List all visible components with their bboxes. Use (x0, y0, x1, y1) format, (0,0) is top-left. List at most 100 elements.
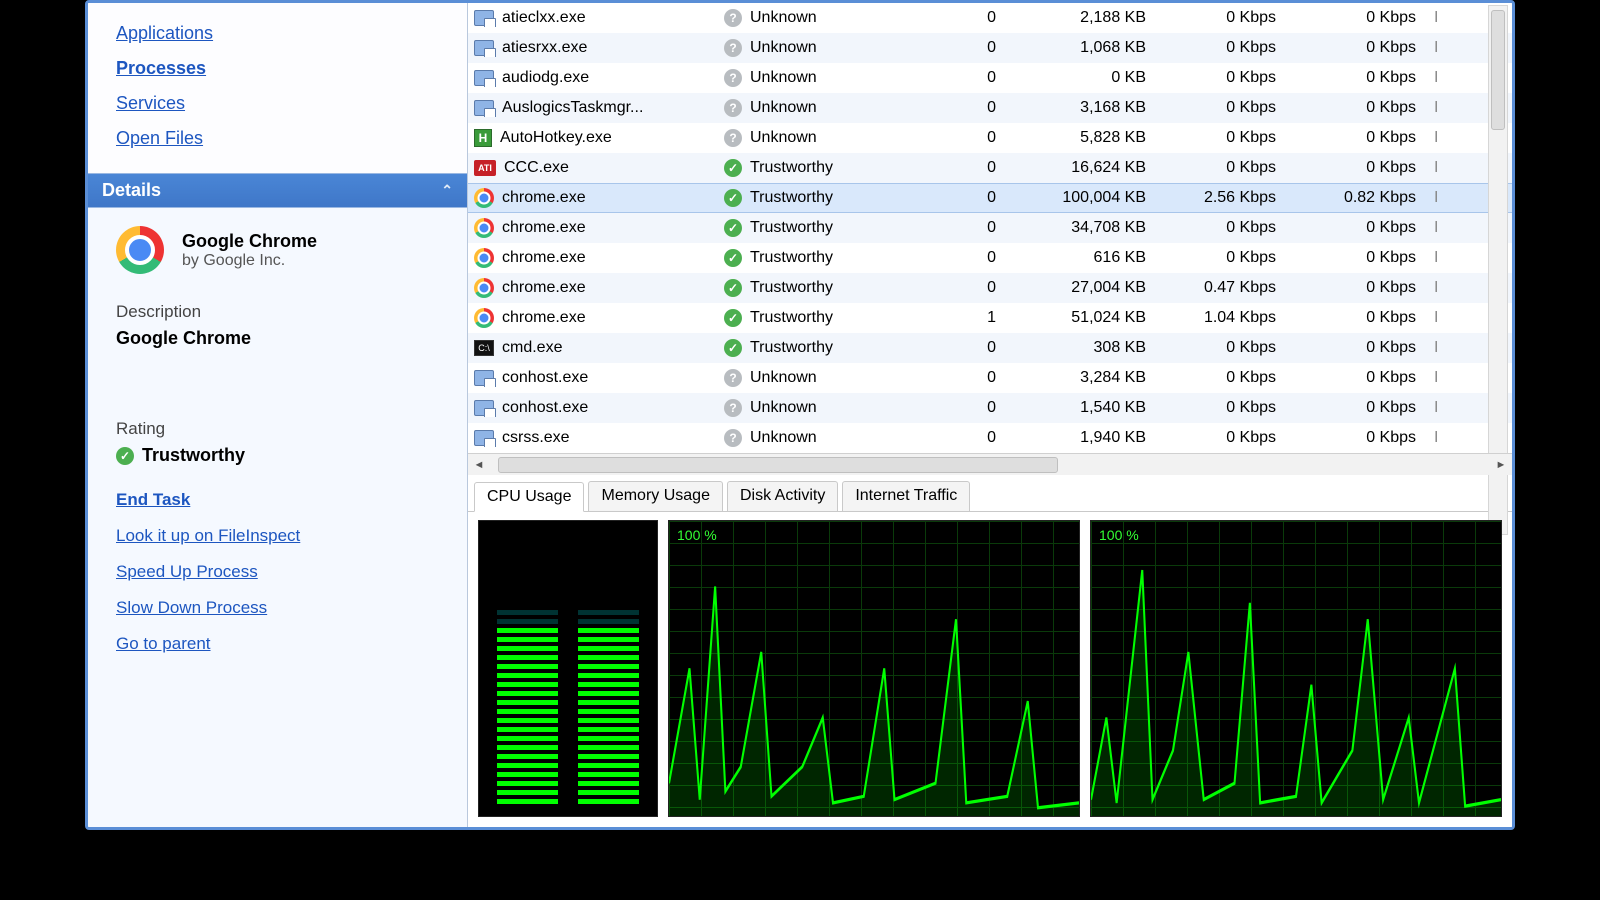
process-net-up: 0 Kbps (1294, 9, 1434, 27)
nav-services[interactable]: Services (116, 93, 439, 114)
process-rating: Unknown (750, 39, 817, 57)
process-row[interactable]: audiodg.exeUnknown00 KB0 Kbps0 KbpsI (468, 63, 1512, 93)
tab-disk-activity[interactable]: Disk Activity (727, 481, 838, 511)
nav-open-files[interactable]: Open Files (116, 128, 439, 149)
scroll-left-arrow-icon[interactable]: ◄ (468, 459, 490, 471)
process-name: chrome.exe (502, 279, 586, 297)
process-net-up: 0 Kbps (1294, 339, 1434, 357)
process-net-down: 0 Kbps (1164, 429, 1294, 447)
process-row[interactable]: chrome.exeTrustworthy151,024 KB1.04 Kbps… (468, 303, 1512, 333)
process-net-up: 0 Kbps (1294, 129, 1434, 147)
trustworthy-icon (724, 189, 742, 207)
nav-applications[interactable]: Applications (116, 23, 439, 44)
process-memory: 16,624 KB (1014, 159, 1164, 177)
process-cpu: 0 (924, 249, 1014, 267)
chrome-icon (474, 308, 494, 328)
process-file-icon (474, 400, 494, 416)
trustworthy-icon (724, 309, 742, 327)
scroll-right-arrow-icon[interactable]: ► (1490, 459, 1512, 471)
cpu-history-chart-2: 100 % (1090, 520, 1502, 817)
row-overflow-indicator: I (1434, 219, 1454, 237)
process-row[interactable]: chrome.exeTrustworthy034,708 KB0 Kbps0 K… (468, 213, 1512, 243)
process-net-down: 0 Kbps (1164, 399, 1294, 417)
process-row[interactable]: csrss.exeUnknown01,940 KB0 Kbps0 KbpsI (468, 423, 1512, 453)
process-cpu: 0 (924, 369, 1014, 387)
description-label: Description (116, 302, 439, 322)
row-overflow-indicator: I (1434, 189, 1454, 207)
nav-processes[interactable]: Processes (116, 58, 439, 79)
process-net-down: 1.04 Kbps (1164, 309, 1294, 327)
process-row[interactable]: atieclxx.exeUnknown02,188 KB0 Kbps0 Kbps… (468, 3, 1512, 33)
process-cpu: 0 (924, 159, 1014, 177)
process-net-up: 0 Kbps (1294, 399, 1434, 417)
process-row[interactable]: chrome.exeTrustworthy0100,004 KB2.56 Kbp… (468, 183, 1512, 213)
process-rating: Unknown (750, 129, 817, 147)
process-file-icon (474, 70, 494, 86)
process-net-down: 0 Kbps (1164, 339, 1294, 357)
unknown-icon (724, 69, 742, 87)
process-memory: 27,004 KB (1014, 279, 1164, 297)
process-table[interactable]: atieclxx.exeUnknown02,188 KB0 Kbps0 Kbps… (468, 3, 1512, 453)
process-row[interactable]: conhost.exeUnknown01,540 KB0 Kbps0 KbpsI (468, 393, 1512, 423)
unknown-icon (724, 99, 742, 117)
collapse-chevron-icon: ⌃ (441, 182, 453, 199)
rating-label: Rating (116, 419, 439, 439)
process-net-up: 0 Kbps (1294, 69, 1434, 87)
process-net-up: 0 Kbps (1294, 159, 1434, 177)
trustworthy-icon (724, 159, 742, 177)
end-task-link[interactable]: End Task (116, 490, 439, 510)
process-cpu: 0 (924, 429, 1014, 447)
process-row[interactable]: conhost.exeUnknown03,284 KB0 Kbps0 KbpsI (468, 363, 1512, 393)
process-cpu: 0 (924, 219, 1014, 237)
process-memory: 3,284 KB (1014, 369, 1164, 387)
process-name: csrss.exe (502, 429, 570, 447)
process-memory: 3,168 KB (1014, 99, 1164, 117)
process-net-up: 0 Kbps (1294, 369, 1434, 387)
process-name: cmd.exe (502, 339, 562, 357)
lookup-link[interactable]: Look it up on FileInspect (116, 526, 439, 546)
tab-memory-usage[interactable]: Memory Usage (588, 481, 722, 511)
vertical-scrollbar-thumb[interactable] (1491, 10, 1505, 130)
row-overflow-indicator: I (1434, 249, 1454, 267)
row-overflow-indicator: I (1434, 399, 1454, 417)
horizontal-scrollbar[interactable]: ◄ ► (468, 453, 1512, 475)
process-rating: Trustworthy (750, 309, 833, 327)
speed-up-link[interactable]: Speed Up Process (116, 562, 439, 582)
perf-tabs: CPU Usage Memory Usage Disk Activity Int… (468, 475, 1512, 511)
row-overflow-indicator: I (1434, 39, 1454, 57)
details-panel-header[interactable]: Details ⌃ (88, 173, 467, 208)
process-file-icon (474, 10, 494, 26)
autohotkey-icon: H (474, 129, 492, 147)
chrome-icon (474, 278, 494, 298)
process-net-up: 0.82 Kbps (1294, 189, 1434, 207)
process-net-down: 0 Kbps (1164, 369, 1294, 387)
go-parent-link[interactable]: Go to parent (116, 634, 439, 654)
slow-down-link[interactable]: Slow Down Process (116, 598, 439, 618)
process-cpu: 0 (924, 129, 1014, 147)
process-file-icon (474, 40, 494, 56)
process-row[interactable]: HAutoHotkey.exeUnknown05,828 KB0 Kbps0 K… (468, 123, 1512, 153)
process-cpu: 0 (924, 9, 1014, 27)
tab-internet-traffic[interactable]: Internet Traffic (842, 481, 970, 511)
process-row[interactable]: ATICCC.exeTrustworthy016,624 KB0 Kbps0 K… (468, 153, 1512, 183)
horizontal-scrollbar-thumb[interactable] (498, 457, 1058, 473)
unknown-icon (724, 129, 742, 147)
process-row[interactable]: chrome.exeTrustworthy0616 KB0 Kbps0 Kbps… (468, 243, 1512, 273)
process-row[interactable]: atiesrxx.exeUnknown01,068 KB0 Kbps0 Kbps… (468, 33, 1512, 63)
rating-value: Trustworthy (142, 445, 245, 466)
unknown-icon (724, 369, 742, 387)
process-memory: 51,024 KB (1014, 309, 1164, 327)
process-row[interactable]: C:\cmd.exeTrustworthy0308 KB0 Kbps0 Kbps… (468, 333, 1512, 363)
chrome-icon (474, 218, 494, 238)
process-rating: Unknown (750, 429, 817, 447)
process-row[interactable]: AuslogicsTaskmgr...Unknown03,168 KB0 Kbp… (468, 93, 1512, 123)
row-overflow-indicator: I (1434, 429, 1454, 447)
process-memory: 2,188 KB (1014, 9, 1164, 27)
process-net-down: 2.56 Kbps (1164, 189, 1294, 207)
process-row[interactable]: chrome.exeTrustworthy027,004 KB0.47 Kbps… (468, 273, 1512, 303)
process-memory: 1,540 KB (1014, 399, 1164, 417)
process-name: atiesrxx.exe (502, 39, 587, 57)
process-memory: 308 KB (1014, 339, 1164, 357)
sidebar: Applications Processes Services Open Fil… (88, 3, 468, 827)
tab-cpu-usage[interactable]: CPU Usage (474, 482, 584, 512)
